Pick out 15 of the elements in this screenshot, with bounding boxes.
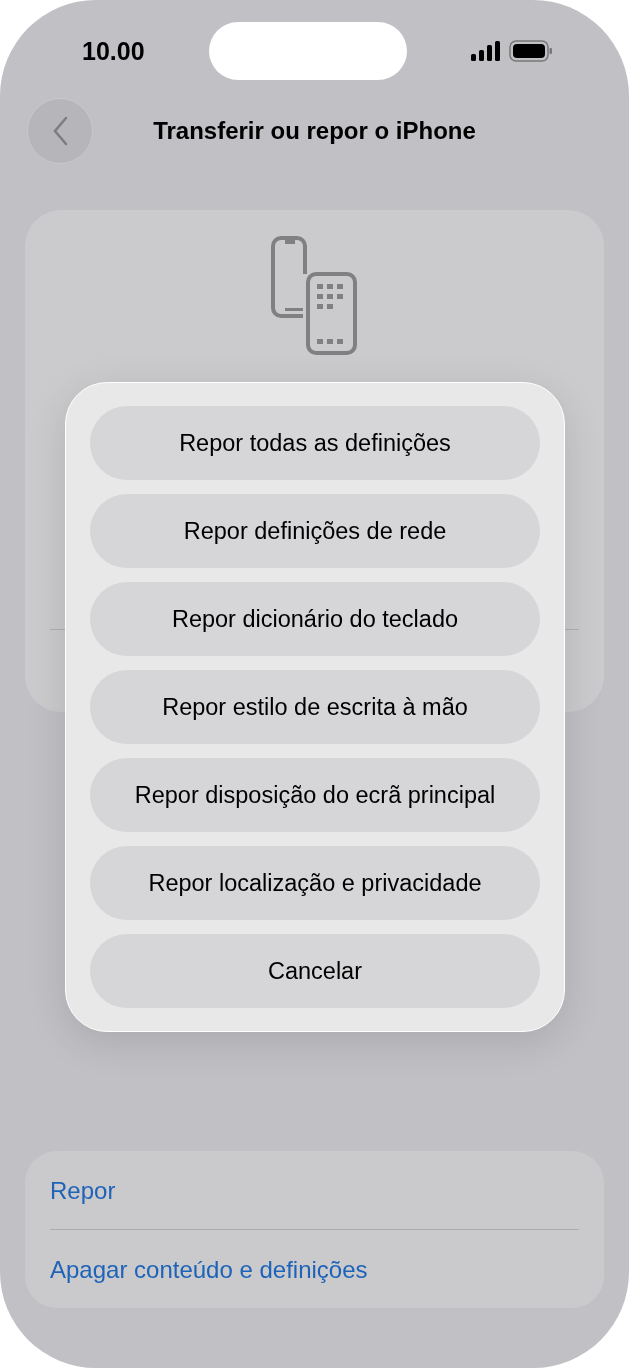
battery-icon bbox=[509, 40, 553, 62]
settings-link[interactable]: Repor bbox=[50, 1151, 579, 1229]
settings-link[interactable]: Apagar conteúdo e definições bbox=[50, 1229, 579, 1308]
action-option[interactable]: Repor dicionário do teclado bbox=[90, 582, 540, 656]
chevron-left-icon bbox=[52, 116, 68, 146]
action-option[interactable]: Repor localização e privacidade bbox=[90, 846, 540, 920]
signal-icon bbox=[471, 41, 501, 61]
action-option[interactable]: Repor disposição do ecrã principal bbox=[90, 758, 540, 832]
action-option[interactable]: Cancelar bbox=[90, 934, 540, 1008]
two-phones-icon bbox=[270, 236, 359, 356]
status-time: 10.00 bbox=[82, 36, 145, 66]
page-title: Transferir ou repor o iPhone bbox=[152, 117, 477, 145]
action-option[interactable]: Repor todas as definições bbox=[90, 406, 540, 480]
action-option[interactable]: Repor estilo de escrita à mão bbox=[90, 670, 540, 744]
action-option[interactable]: Repor definições de rede bbox=[90, 494, 540, 568]
